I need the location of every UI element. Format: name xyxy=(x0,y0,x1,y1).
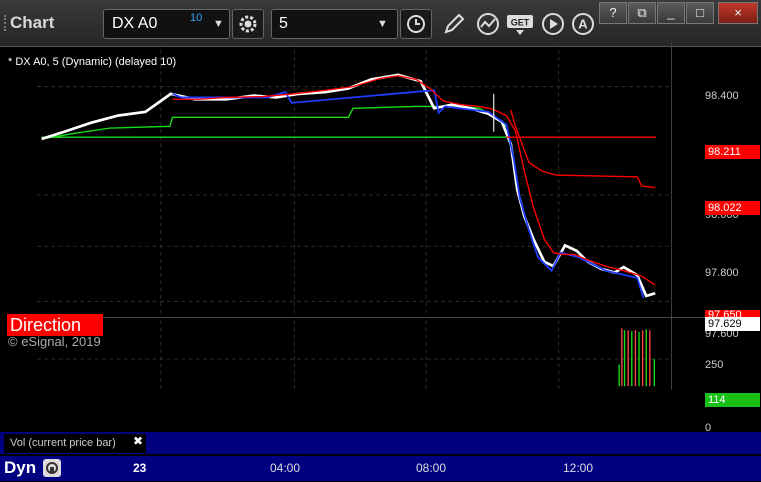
volume-tag: 114 xyxy=(705,393,760,407)
volume-tick: 250 xyxy=(705,359,724,371)
direction-label: Direction xyxy=(7,314,103,336)
time-tick: 04:00 xyxy=(270,461,301,475)
grid-lines xyxy=(37,42,672,390)
mid-price-tag: 98.022 xyxy=(705,201,760,215)
price-tick: 97.800 xyxy=(705,267,739,279)
chart-header: * DX A0, 5 (Dynamic) (delayed 10) xyxy=(8,56,177,68)
volume-bars xyxy=(618,328,656,387)
volume-study-label[interactable]: Vol (current price bar) xyxy=(4,434,146,453)
time-axis[interactable] xyxy=(0,456,761,481)
upper-price-tag: 98.211 xyxy=(705,145,760,159)
price-tick: 98.400 xyxy=(705,90,739,102)
mode-label[interactable]: Dyn xyxy=(4,458,36,478)
lock-icon[interactable] xyxy=(43,459,61,477)
copyright-text: © eSignal, 2019 xyxy=(8,334,101,349)
time-tick: 08:00 xyxy=(416,461,447,475)
last-price-tag: 97.629 xyxy=(705,317,760,331)
time-tick: 12:00 xyxy=(563,461,594,475)
price-line xyxy=(41,73,656,298)
mid-ma-line xyxy=(41,105,507,140)
price-line-down xyxy=(172,89,645,299)
close-icon[interactable]: ✖ xyxy=(133,434,143,448)
upper-band-line xyxy=(510,109,656,189)
time-tick: 23 xyxy=(133,461,147,475)
